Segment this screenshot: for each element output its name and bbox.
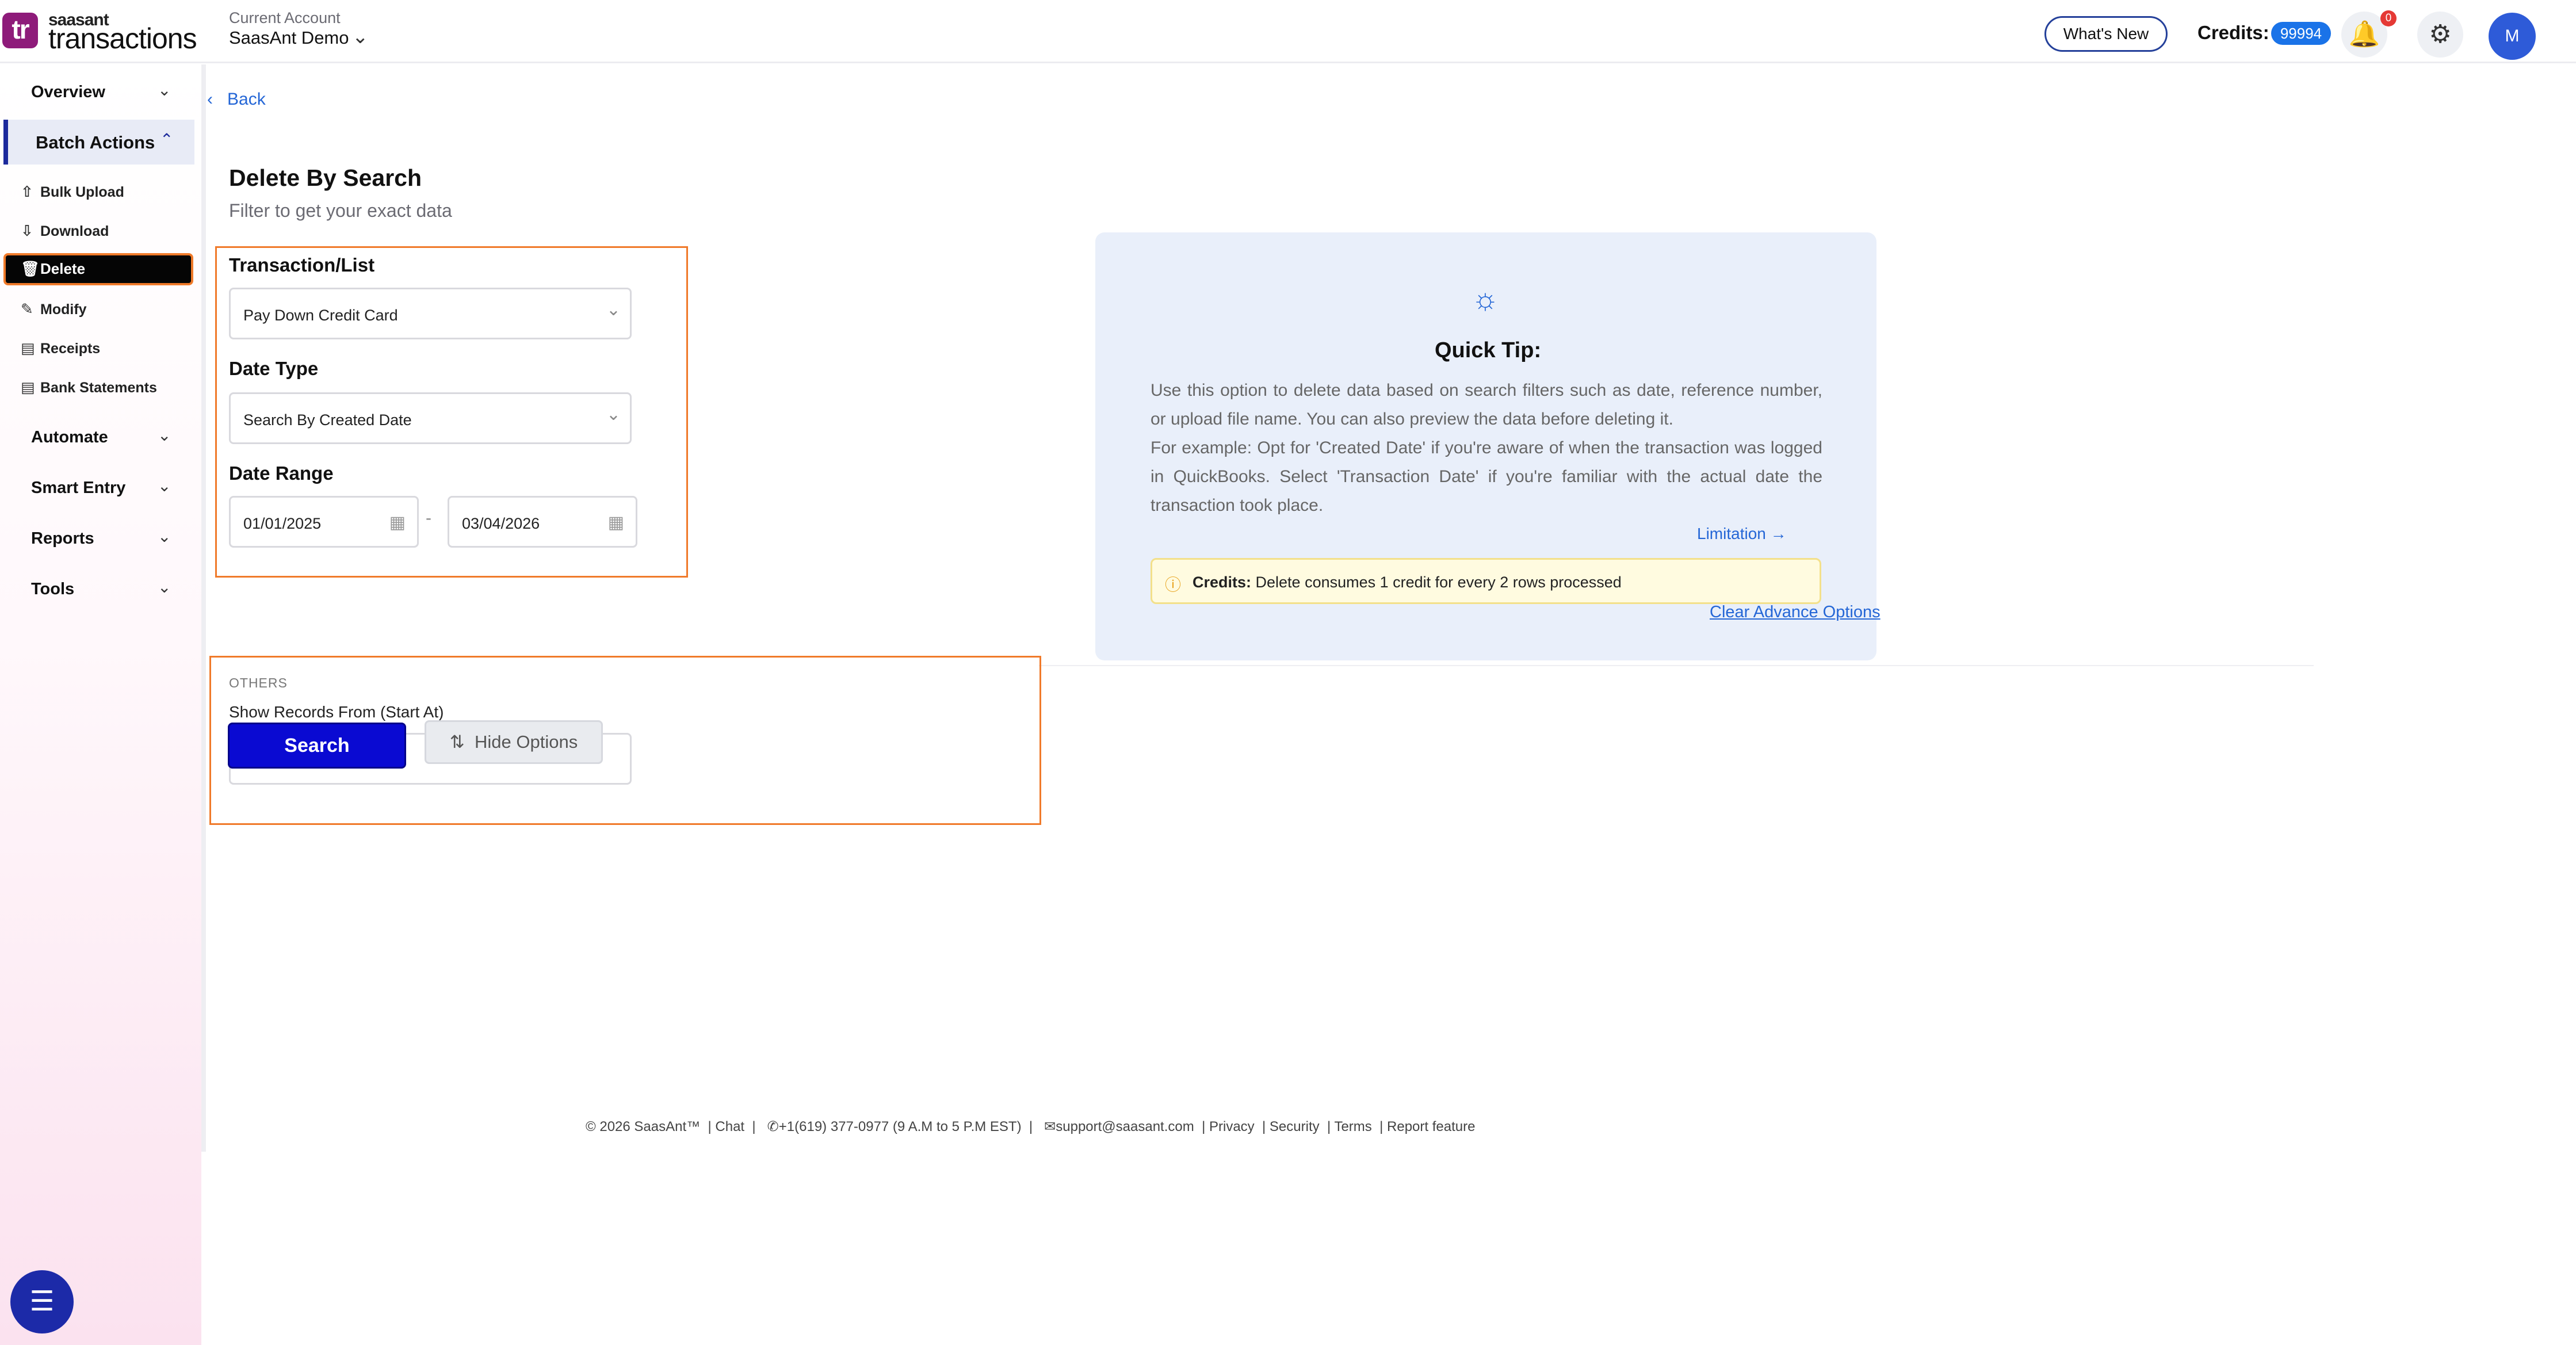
sidebar-item-bulk-upload[interactable]: ⇧ Bulk Upload [21, 183, 124, 206]
mail-icon: ✉ [1044, 1119, 1056, 1134]
hide-options-button[interactable]: ⇅ Hide Options [425, 720, 603, 764]
account-label: Current Account [229, 9, 341, 26]
search-button[interactable]: Search [228, 723, 406, 769]
sidebar-item-receipts[interactable]: ▤ Receipts [21, 339, 100, 362]
sidebar-item-delete-label[interactable]: 🗑Delete [21, 260, 85, 278]
phone-icon: ✆ [767, 1119, 779, 1134]
sidebar-section-label[interactable]: Batch Actions [36, 132, 155, 153]
chevron-down-icon[interactable]: ⌄ [158, 81, 171, 100]
credits-label: Credits: [2197, 22, 2269, 43]
chevron-down-icon[interactable]: ⌄ [158, 527, 171, 546]
date-separator: - [426, 509, 431, 528]
sidebar-item-label: Delete [40, 260, 86, 277]
trash-icon: 🗑 [21, 260, 40, 277]
lightbulb-icon: ☼ [1472, 282, 1499, 316]
sidebar-section-smart-entry[interactable]: Smart Entry [31, 479, 125, 498]
date-to-input[interactable]: 03/04/2026 ▦ [448, 496, 637, 548]
page-title: Delete By Search [229, 165, 422, 191]
credits-notice-text: Credits: Delete consumes 1 credit for ev… [1193, 574, 1622, 591]
footer-security-link[interactable]: Security [1270, 1119, 1320, 1134]
sidebar-item-label: Receipts [40, 341, 101, 357]
gear-icon[interactable]: ⚙ [2417, 12, 2463, 58]
back-label: Back [227, 90, 266, 109]
date-from-value: 01/01/2025 [243, 515, 322, 532]
sidebar-section-reports[interactable]: Reports [31, 529, 94, 548]
credits-notice-bold: Credits: [1193, 574, 1252, 591]
whats-new-button[interactable]: What's New [2044, 16, 2168, 52]
sidebar-item-bank-statements[interactable]: ▤ Bank Statements [21, 379, 157, 402]
date-range-label: Date Range [229, 463, 334, 484]
chat-icon[interactable]: ☰ [10, 1270, 74, 1333]
sidebar-item-label: Bulk Upload [40, 184, 124, 200]
back-link[interactable]: ‹ Back [207, 90, 266, 109]
others-label: OTHERS [229, 675, 288, 690]
footer: © 2026 SaasAnt™ | Chat | ✆+1(619) 377-09… [586, 1119, 1476, 1134]
footer-email-link[interactable]: support@saasant.com [1056, 1119, 1194, 1134]
date-to-value: 03/04/2026 [462, 515, 540, 532]
transaction-list-value: Pay Down Credit Card [243, 307, 398, 324]
account-switcher[interactable]: SaasAnt Demo [229, 28, 349, 48]
hide-options-label: Hide Options [475, 732, 578, 752]
footer-phone[interactable]: +1(619) 377-0977 (9 A.M to 5 P.M EST) [779, 1119, 1022, 1134]
show-records-label: Show Records From (Start At) [229, 703, 444, 721]
calendar-icon[interactable]: ▦ [608, 513, 624, 533]
calendar-icon[interactable]: ▦ [389, 513, 406, 533]
section-divider [1039, 665, 2314, 666]
footer-privacy-link[interactable]: Privacy [1209, 1119, 1255, 1134]
clear-advance-options-link[interactable]: Clear Advance Options [1710, 603, 1881, 622]
sidebar-scrollbar[interactable] [201, 64, 206, 1152]
quick-tip-paragraph: Use this option to delete data based on … [1151, 381, 1822, 429]
top-header: tr saasant transactions Current Account … [0, 0, 2576, 63]
logo-product-text: transactions [48, 22, 197, 55]
sidebar-section-overview[interactable]: Overview [31, 83, 105, 102]
app-root: tr saasant transactions Current Account … [0, 0, 2576, 1345]
info-icon: ⓘ [1165, 576, 1182, 594]
sidebar-item-label: Download [40, 223, 109, 239]
chevron-down-icon[interactable]: ⌄ [158, 426, 171, 445]
credits-notice: ⓘ Credits: Delete consumes 1 credit for … [1151, 558, 1821, 604]
sidebar-item-label: Bank Statements [40, 380, 157, 396]
sidebar-item-download[interactable]: ⇩ Download [21, 222, 109, 245]
document-icon: ▤ [21, 379, 35, 396]
chevron-up-icon[interactable]: ⌃ [160, 130, 173, 149]
chevron-left-icon: ‹ [207, 90, 213, 109]
footer-terms-link[interactable]: Terms [1334, 1119, 1371, 1134]
notification-count-badge: 0 [2380, 10, 2397, 26]
date-type-label: Date Type [229, 358, 319, 379]
avatar[interactable]: M [2489, 13, 2536, 60]
credits-badge: 99994 [2271, 22, 2331, 45]
sidebar-section-tools[interactable]: Tools [31, 580, 74, 599]
sidebar-item-modify[interactable]: ✎ Modify [21, 300, 87, 323]
logo-mark: tr [2, 13, 38, 48]
footer-chat-link[interactable]: Chat [715, 1119, 744, 1134]
date-type-select[interactable]: Search By Created Date ⌄ [229, 392, 632, 444]
footer-report-link[interactable]: Report feature [1387, 1119, 1475, 1134]
chevron-down-icon[interactable]: ⌄ [352, 25, 369, 48]
chevron-down-icon: ⌄ [606, 300, 621, 319]
limitation-link[interactable]: Limitation → [1697, 525, 1787, 543]
quick-tip-title: Quick Tip: [1435, 338, 1542, 362]
download-cloud-icon: ⇩ [21, 222, 33, 239]
upload-cloud-icon: ⇧ [21, 183, 33, 200]
chevron-down-icon[interactable]: ⌄ [158, 578, 171, 597]
sliders-icon: ⇅ [449, 732, 465, 752]
credits-notice-body: Delete consumes 1 credit for every 2 row… [1251, 574, 1622, 591]
sidebar-item-label: Modify [40, 301, 87, 318]
receipt-icon: ▤ [21, 339, 35, 357]
transaction-list-label: Transaction/List [229, 254, 375, 276]
quick-tip-paragraph: For example: Opt for 'Created Date' if y… [1151, 438, 1822, 515]
chevron-down-icon[interactable]: ⌄ [158, 476, 171, 495]
page-subtitle: Filter to get your exact data [229, 200, 452, 221]
quick-tip-body: Use this option to delete data based on … [1151, 376, 1822, 520]
edit-file-icon: ✎ [21, 300, 33, 318]
sidebar-section-automate[interactable]: Automate [31, 428, 108, 447]
transaction-list-select[interactable]: Pay Down Credit Card ⌄ [229, 288, 632, 339]
date-type-value: Search By Created Date [243, 411, 412, 429]
chevron-down-icon: ⌄ [606, 405, 621, 424]
date-from-input[interactable]: 01/01/2025 ▦ [229, 496, 419, 548]
footer-copyright: © 2026 SaasAnt™ [586, 1119, 701, 1134]
